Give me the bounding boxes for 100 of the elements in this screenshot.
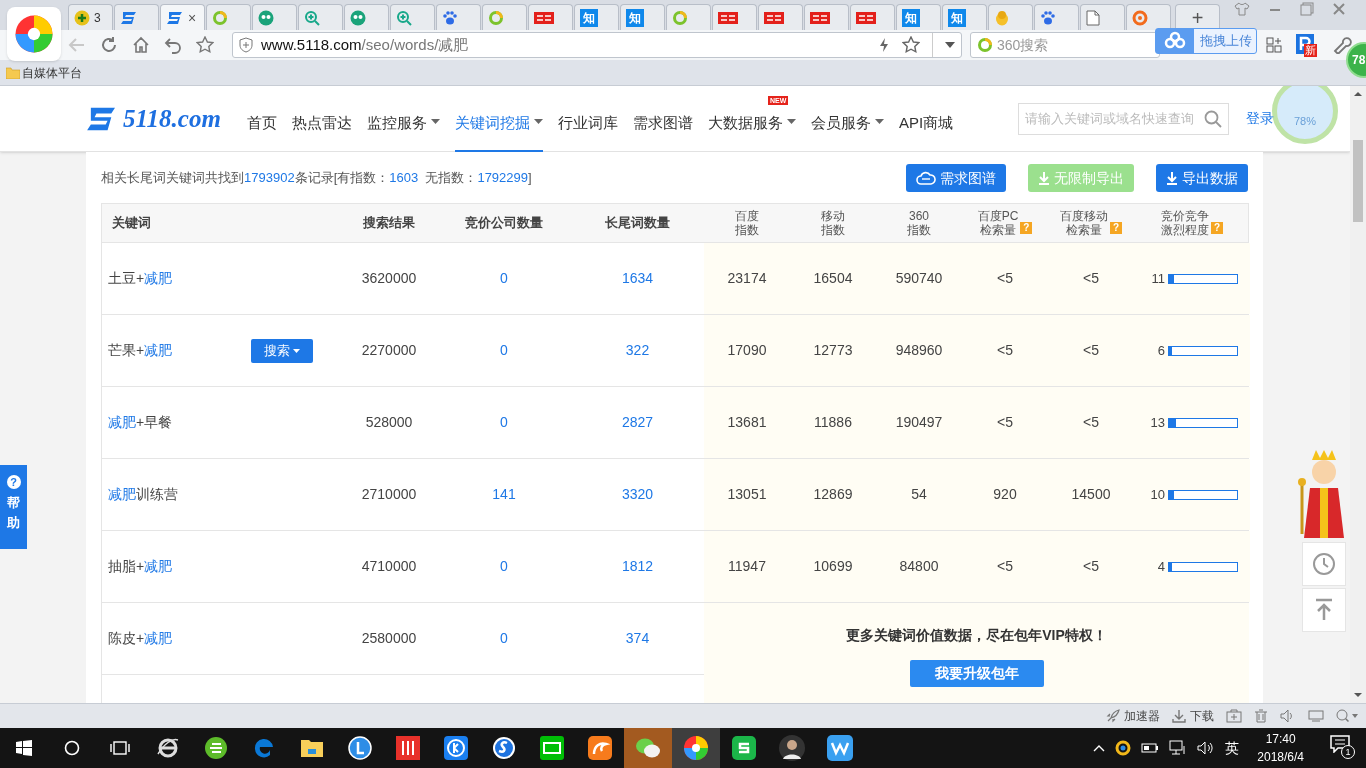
avatar-icon[interactable]: [779, 735, 805, 761]
home-icon[interactable]: [132, 36, 150, 54]
equalizer-icon[interactable]: [396, 736, 420, 760]
search-icon[interactable]: [1204, 109, 1223, 128]
nav-item[interactable]: 行业词库: [557, 107, 618, 152]
refresh-icon[interactable]: [100, 36, 118, 54]
count-link[interactable]: 0: [500, 628, 508, 649]
chevron-up-icon[interactable]: [1093, 744, 1106, 752]
upgrade-button[interactable]: 我要升级包年: [909, 660, 1044, 687]
browser-tab[interactable]: [804, 4, 849, 30]
nav-item[interactable]: 监控服务: [366, 107, 440, 152]
music-app-icon[interactable]: [444, 736, 468, 760]
trash-icon[interactable]: [1254, 709, 1268, 723]
network-icon[interactable]: [1169, 740, 1188, 756]
keyword-link[interactable]: 芒果+减肥: [108, 340, 173, 361]
keyword-link[interactable]: 减肥训练营: [108, 484, 178, 505]
count-link[interactable]: 2827: [621, 412, 654, 433]
apps-icon[interactable]: [1266, 37, 1282, 53]
ring-icon[interactable]: [1115, 740, 1132, 756]
keyword-link[interactable]: 减肥+早餐: [108, 412, 173, 433]
browser-icon[interactable]: [683, 735, 709, 761]
count-link[interactable]: 141: [492, 484, 516, 505]
count-link[interactable]: 3320: [621, 484, 654, 505]
volume-icon[interactable]: [1197, 741, 1216, 755]
browser-tab[interactable]: 知: [942, 4, 987, 30]
history-button[interactable]: [1302, 542, 1346, 586]
browser-tab[interactable]: 知: [896, 4, 941, 30]
ie-icon[interactable]: [156, 736, 180, 760]
clock[interactable]: 17:40 2018/6/4: [1249, 730, 1312, 766]
export-button[interactable]: 导出数据: [1156, 164, 1248, 192]
parking-icon[interactable]: [1296, 34, 1314, 54]
count-link[interactable]: 0: [500, 340, 508, 361]
count-link[interactable]: 0: [500, 268, 508, 289]
star-icon[interactable]: [196, 36, 214, 54]
taskbar-app[interactable]: [672, 728, 720, 768]
search-circle-icon[interactable]: [64, 740, 80, 756]
count-link[interactable]: 374: [625, 628, 650, 649]
input-method[interactable]: 英: [1225, 737, 1240, 759]
caret-icon[interactable]: [945, 42, 955, 48]
browser-tab[interactable]: [436, 4, 481, 30]
browser-tab[interactable]: 3: [68, 4, 113, 30]
nav-item[interactable]: 会员服务: [810, 107, 884, 152]
wrench-icon[interactable]: [1332, 36, 1354, 54]
count-link[interactable]: 0: [500, 412, 508, 433]
medkit-icon[interactable]: [1226, 709, 1242, 723]
address-bar[interactable]: www.5118.com/seo/words/减肥: [232, 32, 962, 58]
undo-icon[interactable]: [164, 36, 182, 54]
upload-button[interactable]: 拖拽上传: [1155, 28, 1257, 54]
star-icon[interactable]: [902, 36, 920, 54]
keyword-link[interactable]: 陈皮+减肥: [108, 628, 173, 649]
login-link[interactable]: 登录: [1246, 108, 1275, 129]
browser-tab[interactable]: [758, 4, 803, 30]
browser-tab[interactable]: [390, 4, 435, 30]
search-dropdown-button[interactable]: 搜索: [251, 338, 313, 363]
browser-tab[interactable]: [252, 4, 297, 30]
close-icon[interactable]: ×: [188, 10, 197, 25]
status-button[interactable]: 加速器: [1106, 707, 1160, 725]
writer-app-icon[interactable]: [827, 735, 853, 761]
browser-tab[interactable]: [850, 4, 895, 30]
back-to-top-button[interactable]: [1302, 588, 1346, 632]
nav-item[interactable]: 需求图谱: [632, 107, 693, 152]
browser-tab[interactable]: [1034, 4, 1079, 30]
browser-tab[interactable]: [298, 4, 343, 30]
browser-tab[interactable]: [344, 4, 389, 30]
browser-logo[interactable]: [7, 7, 61, 61]
map-button[interactable]: 需求图谱: [906, 164, 1006, 192]
browser-tab[interactable]: [114, 4, 159, 30]
nav-item[interactable]: 热点雷达: [291, 107, 352, 152]
chat-icon[interactable]: [635, 737, 661, 759]
count-link[interactable]: 0: [500, 556, 508, 577]
search-field[interactable]: 360搜索: [970, 32, 1160, 58]
browser-tab[interactable]: [712, 4, 757, 30]
browser-tab[interactable]: [1080, 4, 1125, 30]
browser-icon[interactable]: [204, 736, 228, 760]
browser-tab[interactable]: 知: [574, 4, 619, 30]
battery-icon[interactable]: [1141, 743, 1160, 753]
task-view-icon[interactable]: [110, 740, 130, 756]
nav-item[interactable]: 大数据服务: [707, 107, 796, 152]
edge-icon[interactable]: [252, 736, 276, 760]
video-app-icon[interactable]: [540, 736, 564, 760]
keyword-link[interactable]: 土豆+减肥: [108, 268, 173, 289]
count-link[interactable]: 1634: [621, 268, 654, 289]
notification-icon[interactable]: [1330, 735, 1350, 753]
bookmark[interactable]: 自媒体平台: [6, 63, 82, 82]
spreadsheet-app-icon[interactable]: [732, 736, 756, 760]
count-link[interactable]: 322: [625, 340, 650, 361]
help-tab[interactable]: ? 帮助: [0, 465, 27, 549]
status-button[interactable]: 下载: [1172, 707, 1214, 725]
nav-item[interactable]: API商城: [898, 107, 954, 152]
folder-icon[interactable]: [300, 737, 324, 759]
count-link[interactable]: 1812: [621, 556, 654, 577]
new-tab-button[interactable]: +: [1175, 4, 1220, 30]
windows-icon[interactable]: [16, 740, 32, 756]
site-logo[interactable]: 5118.com: [85, 99, 221, 138]
scrollbar-thumb[interactable]: [1353, 140, 1363, 222]
lightning-icon[interactable]: [878, 37, 890, 53]
shirt-icon[interactable]: [1234, 2, 1250, 16]
keyword-link[interactable]: 抽脂+减肥: [108, 556, 173, 577]
close-icon[interactable]: [1332, 2, 1346, 16]
browser-tab[interactable]: 知: [620, 4, 665, 30]
